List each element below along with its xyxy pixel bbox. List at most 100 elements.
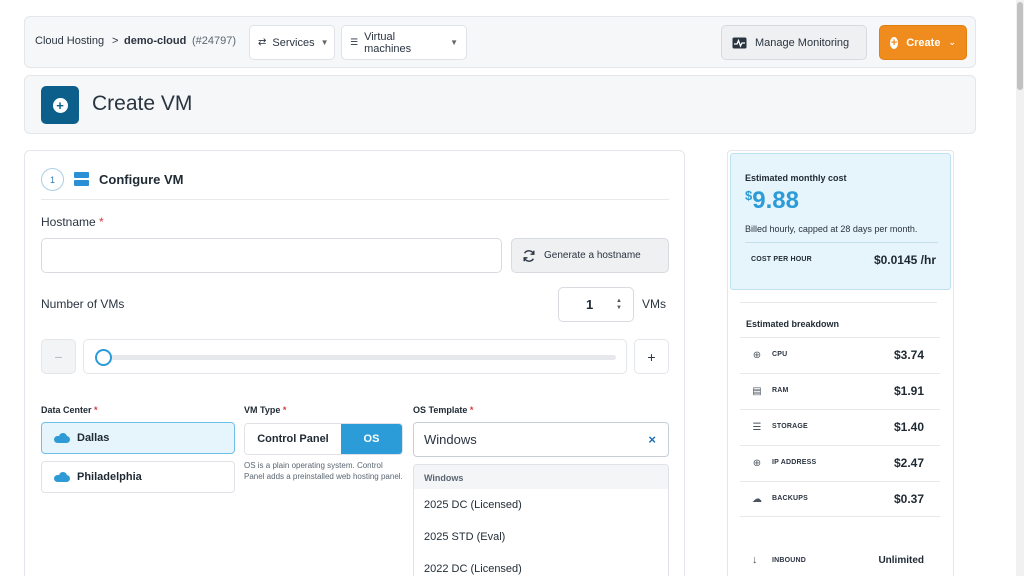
- generate-hostname-label: Generate a hostname: [544, 250, 641, 261]
- create-button[interactable]: + Create ⌄: [879, 25, 967, 60]
- arrow-down-icon: ↓: [752, 554, 758, 566]
- refresh-icon: [523, 249, 535, 262]
- estimated-cost-label: Estimated monthly cost: [745, 173, 847, 183]
- os-template-value: Windows: [424, 432, 477, 447]
- vm-type-os[interactable]: OS: [341, 424, 402, 454]
- plus-circle-icon: +: [890, 36, 899, 49]
- breadcrumb-project[interactable]: demo-cloud: [124, 35, 186, 47]
- virtual-machines-dropdown[interactable]: ☰ Virtual machines ▼: [341, 25, 467, 60]
- vm-type-label: VM Type *: [244, 405, 287, 415]
- breakdown-row-storage: ☰ STORAGE $1.40: [740, 409, 940, 445]
- breakdown-row-name: IP ADDRESS: [772, 459, 817, 466]
- datacenter-option-philadelphia[interactable]: Philadelphia: [41, 461, 235, 493]
- breakdown-row-ram: ▤ RAM $1.91: [740, 373, 940, 409]
- scrollbar-thumb[interactable]: [1017, 2, 1023, 90]
- breakdown-title: Estimated breakdown: [746, 319, 840, 329]
- configure-vm-card: 1 Configure VM Hostname * Generate a hos…: [24, 150, 685, 576]
- services-label: Services: [272, 36, 315, 49]
- cost-per-hour-label: COST PER HOUR: [751, 256, 812, 263]
- os-template-label: OS Template *: [413, 405, 474, 415]
- monitoring-icon: [732, 37, 747, 48]
- breakdown-row-price: $1.91: [893, 384, 924, 398]
- datacenter-option-label: Dallas: [77, 432, 110, 444]
- breakdown-row-price: $0.37: [893, 492, 924, 506]
- step-number: 1: [41, 168, 64, 191]
- hostname-input[interactable]: [41, 238, 502, 273]
- clear-icon[interactable]: ×: [648, 432, 656, 447]
- billing-note: Billed hourly, capped at 28 days per mon…: [745, 224, 918, 234]
- os-template-select[interactable]: Windows ×: [413, 422, 669, 457]
- vm-type-help-text: OS is a plain operating system. Control …: [244, 461, 403, 481]
- cloud-icon: [54, 472, 70, 482]
- breakdown-row-cpu: ⊕ CPU $3.74: [740, 337, 940, 373]
- spinner-arrows-icon[interactable]: ▲ ▼: [616, 298, 622, 312]
- os-menu-item[interactable]: 2025 STD (Eval): [414, 521, 668, 553]
- swap-icon: ⇄: [258, 37, 267, 48]
- estimated-cost-value: $9.88: [745, 187, 799, 214]
- page-scrollbar[interactable]: [1016, 0, 1024, 576]
- vm-count-slider[interactable]: [83, 339, 627, 374]
- vms-unit-label: VMs: [642, 297, 666, 311]
- os-template-menu: Windows 2025 DC (Licensed) 2025 STD (Eva…: [413, 464, 669, 576]
- required-mark: *: [99, 215, 104, 229]
- breakdown-row-name: BACKUPS: [772, 495, 809, 502]
- page-title: Create VM: [92, 92, 193, 115]
- breakdown-row-price: $2.47: [893, 456, 924, 470]
- breakdown-row-price: $1.40: [893, 420, 924, 434]
- inbound-value: Unlimited: [878, 555, 924, 566]
- breadcrumb-separator: >: [112, 35, 119, 47]
- breakdown-row-name: CPU: [772, 351, 788, 358]
- cloud-icon: [54, 433, 70, 443]
- breakdown-row-ip-address: ⊕ IP ADDRESS $2.47: [740, 445, 940, 481]
- create-label: Create: [906, 36, 941, 49]
- data-center-label: Data Center *: [41, 405, 98, 415]
- vm-count-value: 1: [586, 297, 594, 312]
- slider-track[interactable]: [96, 355, 616, 360]
- virtual-machines-label: Virtual machines: [364, 30, 412, 55]
- caret-down-icon: ▼: [450, 38, 458, 47]
- divider: [41, 199, 669, 200]
- estimated-cost-box: Estimated monthly cost $9.88 Billed hour…: [730, 153, 951, 290]
- breakdown-row-backups: ☁ BACKUPS $0.37: [740, 481, 940, 517]
- increment-button[interactable]: +: [634, 339, 669, 374]
- server-stack-icon: [74, 172, 89, 187]
- slider-handle[interactable]: [95, 349, 112, 366]
- breadcrumb-project-id: (#24797): [192, 35, 237, 47]
- cost-summary-panel: Estimated monthly cost $9.88 Billed hour…: [727, 150, 954, 576]
- breakdown-row-price: $3.74: [893, 348, 924, 362]
- ram-icon: ▤: [752, 386, 762, 397]
- page-header: + Create VM: [24, 75, 976, 134]
- step-title: Configure VM: [99, 172, 184, 187]
- divider: [740, 302, 937, 303]
- number-of-vms-label: Number of VMs: [41, 297, 125, 311]
- cloud-upload-icon: ☁: [752, 494, 762, 505]
- vm-count-input[interactable]: 1 ▲ ▼: [558, 287, 634, 322]
- breakdown-row-name: STORAGE: [772, 423, 808, 430]
- decrement-button[interactable]: −: [41, 339, 76, 374]
- manage-monitoring-label: Manage Monitoring: [755, 36, 850, 49]
- cpu-icon: ⊕: [752, 350, 762, 361]
- server-icon: ☰: [350, 37, 359, 47]
- breakdown-row-inbound: ↓ INBOUND Unlimited: [740, 544, 940, 576]
- chevron-down-icon: ⌄: [948, 37, 956, 47]
- os-menu-item[interactable]: 2022 DC (Licensed): [414, 553, 668, 576]
- breakdown-row-name: RAM: [772, 387, 789, 394]
- divider: [745, 242, 938, 243]
- inbound-label: INBOUND: [772, 557, 807, 564]
- breadcrumb-cloud-hosting[interactable]: Cloud Hosting: [35, 35, 104, 47]
- manage-monitoring-button[interactable]: Manage Monitoring: [721, 25, 867, 60]
- datacenter-option-dallas[interactable]: Dallas: [41, 422, 235, 454]
- vm-type-control-panel[interactable]: Control Panel: [245, 424, 341, 454]
- create-vm-icon: +: [41, 86, 79, 124]
- top-bar: Cloud Hosting > demo-cloud (#24797) ⇄ Se…: [24, 16, 976, 68]
- caret-down-icon: ▼: [320, 38, 329, 47]
- services-dropdown[interactable]: ⇄ Services ▼: [249, 25, 335, 60]
- cost-per-hour-value: $0.0145 /hr: [873, 253, 936, 267]
- os-menu-group-header: Windows: [414, 465, 668, 489]
- vm-type-toggle: Control Panel OS: [244, 423, 403, 455]
- storage-icon: ☰: [752, 422, 762, 433]
- generate-hostname-button[interactable]: Generate a hostname: [511, 238, 669, 273]
- globe-icon: ⊕: [752, 458, 762, 469]
- os-menu-item[interactable]: 2025 DC (Licensed): [414, 489, 668, 521]
- datacenter-option-label: Philadelphia: [77, 471, 142, 483]
